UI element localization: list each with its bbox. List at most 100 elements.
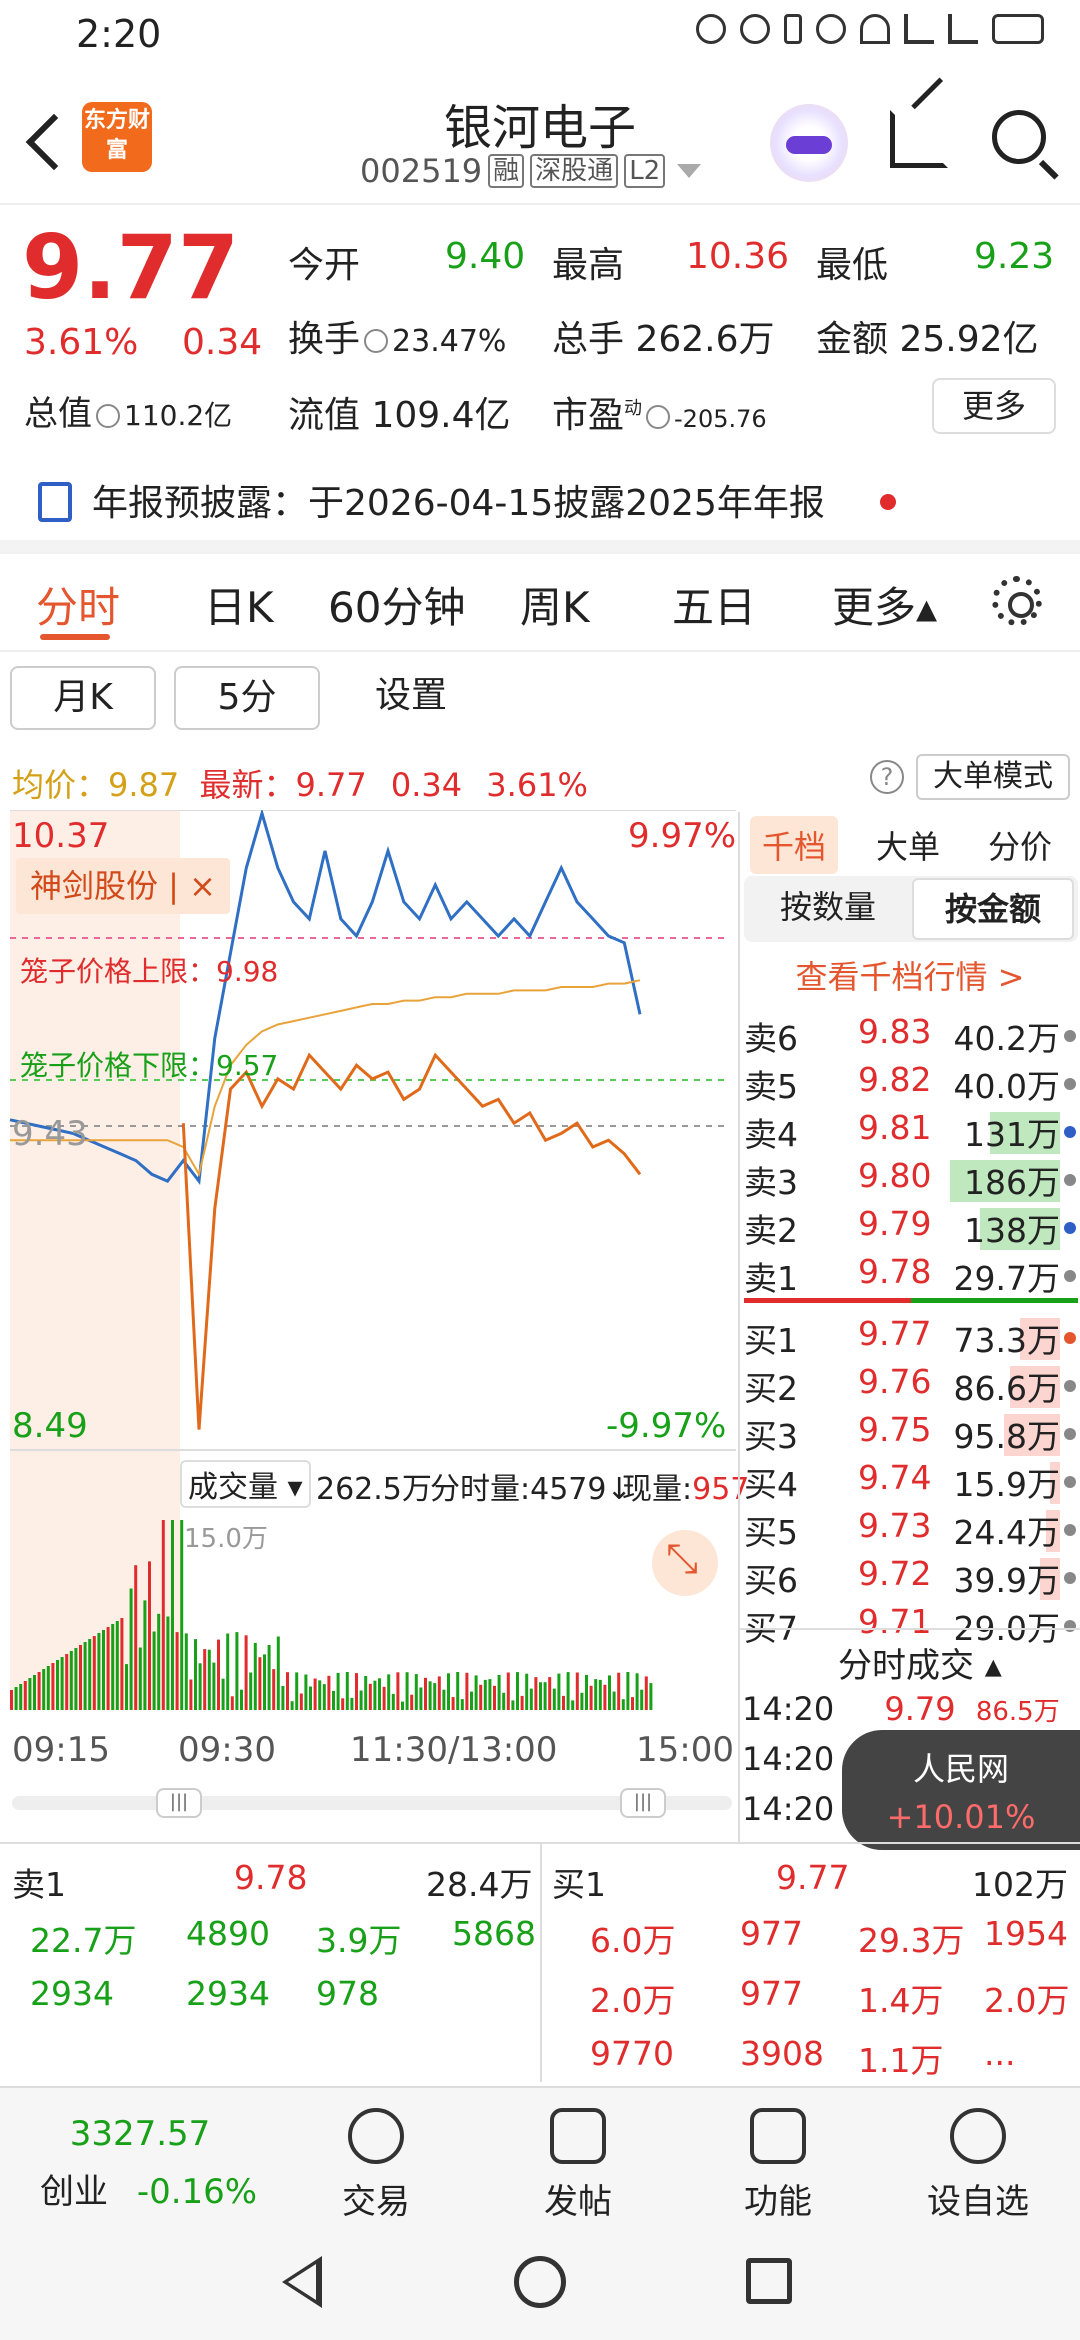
related-stock-toast[interactable]: 人民网 +10.01% (842, 1730, 1080, 1850)
nav-post[interactable]: 发帖 (508, 2108, 648, 2223)
bid-row[interactable]: 买2 9.76 86.6万 (740, 1362, 1080, 1410)
volume-bar (19, 1684, 23, 1710)
bid-queue-price: 9.77 (776, 1858, 850, 1897)
seg-by-quantity[interactable]: 按数量 (748, 878, 908, 940)
help-icon[interactable]: ? (870, 760, 904, 794)
volume-bar (175, 1632, 179, 1710)
tab-more[interactable]: 更多▴ (832, 574, 937, 635)
chevron-down-icon (677, 164, 702, 178)
volume-bar (437, 1676, 441, 1710)
bid-row[interactable]: 买4 9.74 15.9万 (740, 1458, 1080, 1506)
bid-queue-cell: 1954 (984, 1914, 1068, 1953)
tab-daily-k[interactable]: 日K (204, 574, 274, 635)
slider-left-handle[interactable]: ||| (156, 1788, 202, 1818)
assistant-avatar[interactable] (770, 104, 848, 182)
volume-bar (28, 1678, 32, 1710)
bid-queue-label: 买1 (552, 1865, 606, 1904)
tab-weekly-k[interactable]: 周K (520, 574, 590, 635)
tab-60min[interactable]: 60分钟 (328, 574, 465, 635)
bid-row[interactable]: 买5 9.73 24.4万 (740, 1506, 1080, 1554)
volume-bar (281, 1686, 285, 1710)
book-price: 9.80 (858, 1156, 932, 1195)
ask-row[interactable]: 卖6 9.83 40.2万 (740, 1012, 1080, 1060)
bid-queue-total: 102万 (972, 1865, 1068, 1904)
volume-bar (571, 1700, 575, 1710)
bid-queue-cell: ... (984, 2034, 1016, 2073)
ask-queue-cell: 22.7万 (30, 1921, 137, 1960)
view-depth-link[interactable]: 查看千档行情 > (740, 952, 1080, 998)
volume-selector[interactable]: 成交量 ▾ (180, 1460, 311, 1508)
seg-by-amount[interactable]: 按金额 (912, 878, 1074, 940)
tab-price-split[interactable]: 分价 (988, 822, 1052, 868)
volume-bar (341, 1698, 345, 1710)
nav-functions[interactable]: 功能 (708, 2108, 848, 2223)
volume-bar (562, 1695, 565, 1710)
nav-add-watchlist[interactable]: 设自选 (908, 2108, 1048, 2223)
bid-queue-cell: 977 (740, 1914, 803, 1953)
system-back-icon[interactable] (282, 2256, 322, 2308)
book-volume: 40.2万 (953, 1019, 1060, 1058)
ask-queue-total: 28.4万 (426, 1865, 533, 1904)
tab-big-orders[interactable]: 大单 (876, 822, 940, 868)
book-level-label: 卖2 (744, 1211, 798, 1250)
unread-dot (880, 494, 896, 510)
stock-code-row[interactable]: 002519 融 深股通 L2 (360, 152, 702, 190)
volume-bar (621, 1699, 625, 1710)
ask-row[interactable]: 卖5 9.82 40.0万 (740, 1060, 1080, 1108)
volume-bar (276, 1636, 280, 1710)
expand-icon[interactable] (652, 1530, 718, 1596)
ask-row[interactable]: 卖1 9.78 29.7万 (740, 1252, 1080, 1300)
signal-icon-2 (948, 14, 978, 44)
system-recents-icon[interactable] (746, 2258, 792, 2304)
volume-bar (396, 1672, 400, 1710)
volume-bar (221, 1678, 225, 1710)
nav-add-watchlist-label: 设自选 (927, 2182, 1029, 2222)
eye-icon (696, 14, 726, 44)
info-icon[interactable] (96, 403, 120, 428)
pre-open-shade (10, 810, 180, 1710)
bid-row[interactable]: 买6 9.72 39.9万 (740, 1554, 1080, 1602)
big-order-mode-button[interactable]: 大单模式 (916, 754, 1070, 800)
volume-bar (598, 1679, 602, 1710)
volume-bar (217, 1639, 220, 1710)
gear-icon[interactable] (992, 576, 1042, 626)
subtab-monthly-k[interactable]: 月K (10, 666, 156, 730)
ask-row[interactable]: 卖2 9.79 138万 (740, 1204, 1080, 1252)
share-icon[interactable] (890, 110, 948, 168)
queue-divider (540, 1844, 542, 2082)
subtab-5min[interactable]: 5分 (174, 666, 320, 730)
bid-row[interactable]: 买1 9.77 73.3万 (740, 1314, 1080, 1362)
compare-line (181, 1052, 642, 1430)
volume-bar (631, 1697, 634, 1710)
open-label: 今开 (288, 245, 361, 286)
bid-row[interactable]: 买3 9.75 95.8万 (740, 1410, 1080, 1458)
slider-right-handle[interactable]: ||| (620, 1788, 666, 1818)
ask-row[interactable]: 卖4 9.81 131万 (740, 1108, 1080, 1156)
volume-bar (161, 1520, 165, 1710)
tick-title[interactable]: 分时成交 ▴ (838, 1638, 1002, 1687)
volume-bar (226, 1633, 230, 1710)
volume-bar (474, 1675, 478, 1710)
system-home-icon[interactable] (514, 2256, 566, 2308)
more-button[interactable]: 更多 (932, 378, 1056, 434)
annual-report-notice[interactable]: 年报预披露：于2026-04-15披露2025年年报 (0, 460, 1080, 540)
info-icon[interactable] (364, 329, 389, 353)
volume-bar (212, 1662, 216, 1710)
tab-five-day[interactable]: 五日 (672, 574, 756, 635)
subtab-settings[interactable]: 设置 (338, 666, 484, 730)
book-volume: 29.7万 (953, 1259, 1060, 1298)
search-icon[interactable] (992, 110, 1046, 164)
info-icon[interactable] (646, 405, 671, 429)
compare-stock-tag[interactable]: 神剑股份 | × (16, 858, 230, 914)
tab-intraday[interactable]: 分时 (36, 574, 120, 635)
ask-row[interactable]: 卖3 9.80 186万 (740, 1156, 1080, 1204)
price-change: 0.34 (182, 322, 263, 363)
intraday-chart[interactable] (0, 810, 736, 1710)
pe-label: 市盈 (552, 395, 625, 436)
axis-top-price: 10.37 (12, 816, 110, 856)
index-widget[interactable]: 3327.57 创业 -0.16% (40, 2114, 257, 2213)
amount-row: 金额 25.92亿 (816, 310, 1039, 362)
nav-trade[interactable]: 交易 (306, 2108, 446, 2223)
volume-bar (350, 1697, 354, 1710)
tab-thousand-levels[interactable]: 千档 (750, 816, 839, 874)
